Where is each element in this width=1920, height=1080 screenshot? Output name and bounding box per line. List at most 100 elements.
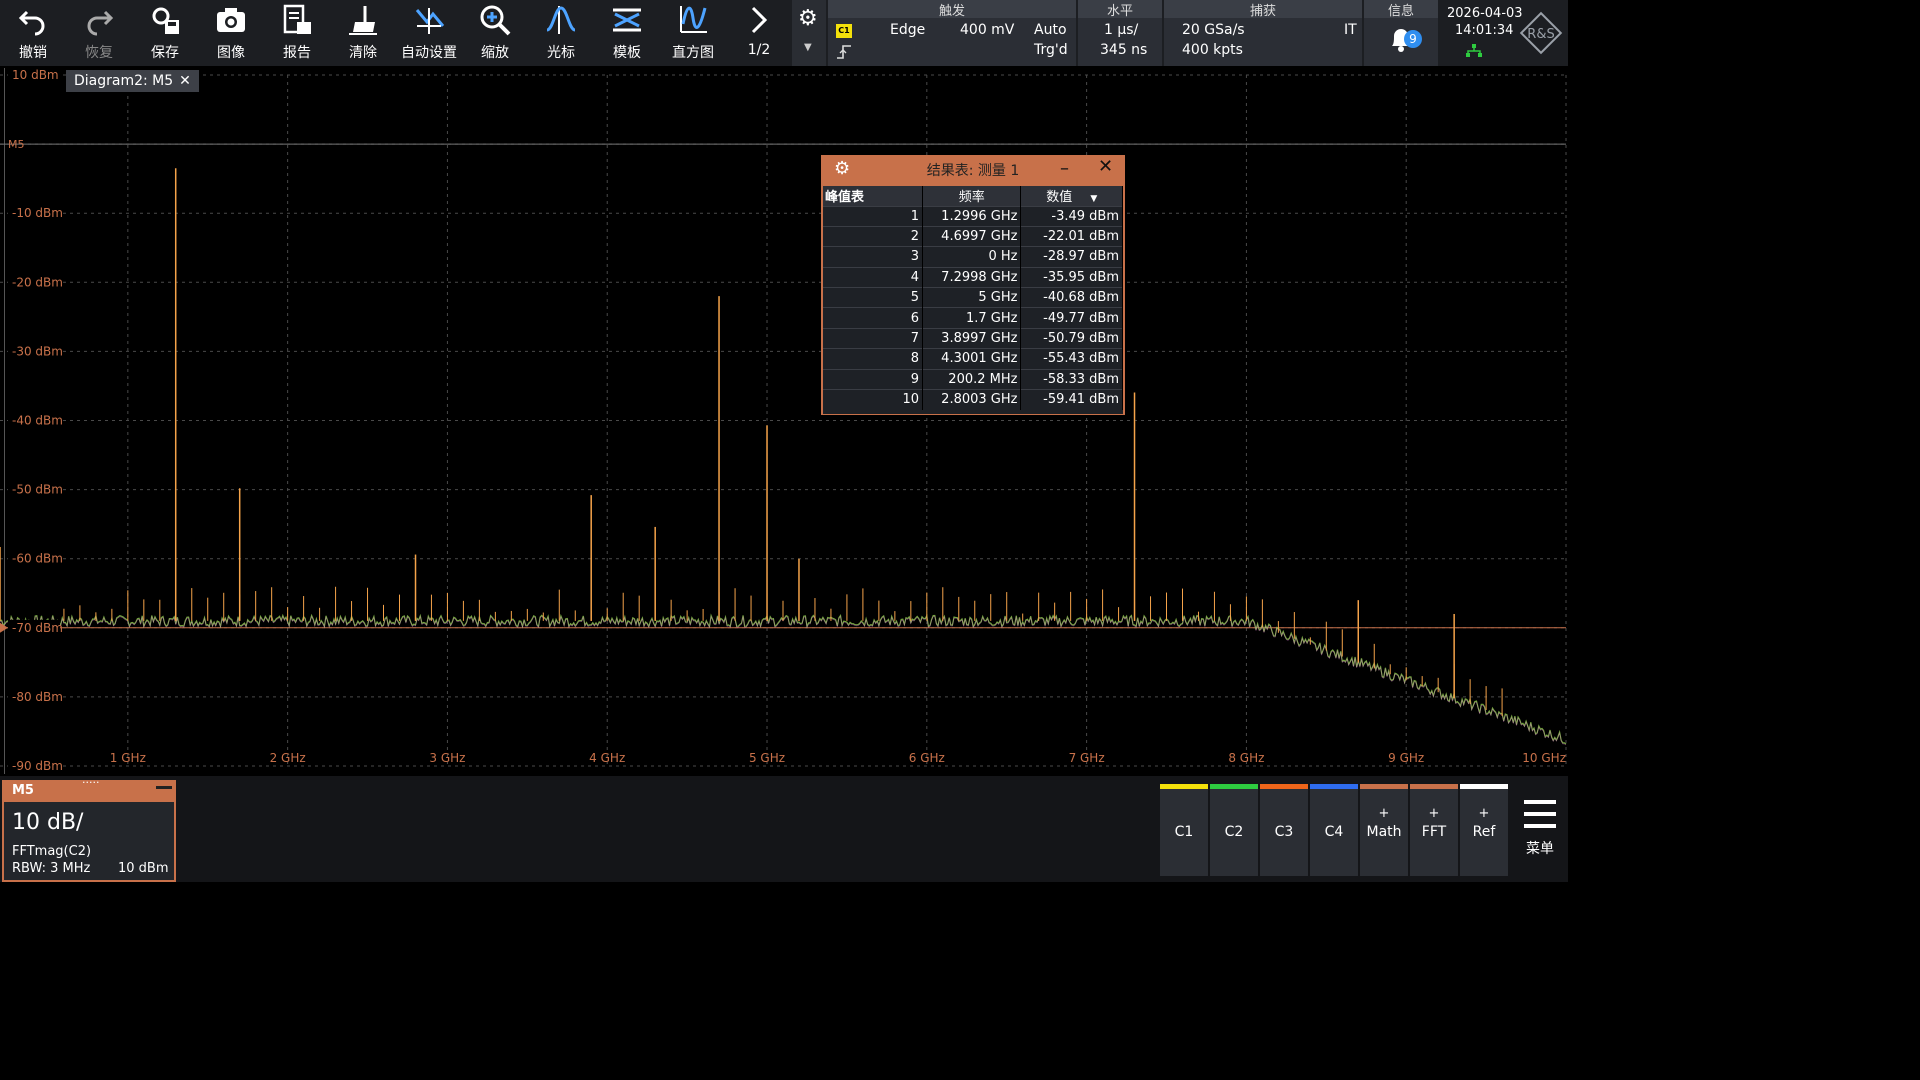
- channel-button-c3[interactable]: C3: [1260, 784, 1308, 876]
- channel-label: C1: [1174, 824, 1194, 840]
- undo-icon: [18, 10, 45, 36]
- undo-label: 撤销: [19, 45, 47, 61]
- table-cell-value: -49.77 dBm: [1020, 307, 1123, 329]
- table-row[interactable]: 9 200.2 MHz -58.33 dBm: [823, 368, 1123, 390]
- peak-table: 峰值表 频率 数值 ▼ 1 1.2996 GHz -3.49 dBm 2 4.6997 …: [823, 186, 1123, 410]
- table-cell-index: 1: [823, 205, 923, 227]
- table-row[interactable]: 30 Hz -28.97 dBm: [823, 246, 1123, 268]
- drag-handle-icon[interactable]: ·····: [82, 776, 99, 789]
- m5-reference: 10 dBm: [118, 861, 169, 876]
- table-row[interactable]: 6 1.7 GHz -49.77 dBm: [823, 307, 1123, 329]
- clear-icon: [349, 6, 377, 35]
- undo-button[interactable]: 撤销: [0, 0, 66, 66]
- y-tick-label: -50 dBm: [12, 483, 63, 497]
- diagram-tab[interactable]: Diagram2: M5 ✕: [66, 70, 199, 92]
- table-cell-value: -28.97 dBm: [1020, 246, 1123, 268]
- results-window[interactable]: ⚙ 结果表: 测量 1 – ✕ 峰值表 频率 数值 ▼ 1 1.2996 GHz -…: [821, 155, 1125, 415]
- x-tick-label: 7 GHz: [1069, 751, 1105, 765]
- time-label: 14:01:34: [1455, 23, 1514, 38]
- toolbar: 撤销 恢复 保存 图像 报告 清除 自动设置 缩放 光标 模板 直方图 1/2 …: [0, 0, 1568, 66]
- channel-label: C3: [1274, 824, 1294, 840]
- table-cell-index: 8: [823, 348, 923, 370]
- table-row[interactable]: 2 4.6997 GHz -22.01 dBm: [823, 225, 1123, 247]
- acquisition-panel[interactable]: 捕获 20 GSa/s 400 kpts IT: [1164, 0, 1362, 66]
- table-row[interactable]: 10 2.8003 GHz -59.41 dBm: [823, 389, 1123, 410]
- column-header-value[interactable]: 数值 ▼: [1020, 186, 1123, 206]
- table-cell-index: 2: [823, 225, 923, 247]
- m5-signal-card[interactable]: M5 ····· 10 dB/ FFTmag(C2) RBW: 3 MHz 10…: [2, 776, 176, 882]
- channel-label: Math: [1366, 824, 1402, 840]
- channel-button-c1[interactable]: C1: [1160, 784, 1208, 876]
- table-row[interactable]: 7 3.8997 GHz -50.79 dBm: [823, 327, 1123, 349]
- channel-button-c4[interactable]: C4: [1310, 784, 1358, 876]
- channel-button-ref[interactable]: + Ref: [1460, 784, 1508, 876]
- results-footer: [823, 410, 1123, 414]
- y-tick-label: -20 dBm: [12, 275, 63, 289]
- horizontal-title: 水平: [1078, 0, 1162, 19]
- trigger-panel[interactable]: 触发 C1 Edge 400 mV Auto Trg'd: [828, 0, 1076, 66]
- y-tick-label: -60 dBm: [12, 552, 63, 566]
- clear-button[interactable]: 清除: [330, 0, 396, 66]
- channel-color-stripe: [1160, 784, 1208, 789]
- close-icon[interactable]: ✕: [179, 73, 191, 89]
- redo-button[interactable]: 恢复: [66, 0, 132, 66]
- zoom-icon: [480, 5, 511, 36]
- horizontal-panel[interactable]: 水平 1 µs/ 345 ns: [1078, 0, 1162, 66]
- minimize-icon[interactable]: –: [1060, 158, 1069, 179]
- trigger-status: Trg'd: [1034, 42, 1068, 58]
- channel-button-c2[interactable]: C2: [1210, 784, 1258, 876]
- info-title: 信息: [1364, 0, 1438, 19]
- zoom-button[interactable]: 缩放: [462, 0, 528, 66]
- channel-color-stripe: [1460, 784, 1508, 789]
- table-cell-value: -59.41 dBm: [1020, 389, 1123, 410]
- mask-button[interactable]: 模板: [594, 0, 660, 66]
- channel-label: C2: [1224, 824, 1244, 840]
- channel-label: Ref: [1472, 824, 1496, 840]
- results-titlebar[interactable]: ⚙ 结果表: 测量 1 – ✕: [822, 156, 1124, 184]
- page-indicator: 1/2: [747, 42, 771, 58]
- trigger-type: Edge: [890, 22, 926, 38]
- table-row[interactable]: 1 1.2996 GHz -3.49 dBm: [823, 205, 1123, 227]
- channel-color-stripe: [1310, 784, 1358, 789]
- info-panel[interactable]: 信息 9: [1364, 0, 1438, 66]
- cursor-button[interactable]: 光标: [528, 0, 594, 66]
- table-cell-index: 4: [823, 266, 923, 288]
- close-icon[interactable]: ✕: [1098, 156, 1113, 177]
- table-row[interactable]: 55 GHz -40.68 dBm: [823, 287, 1123, 308]
- menu-button[interactable]: 菜单: [1512, 784, 1568, 876]
- diagram-tab-label: Diagram2: M5: [74, 73, 174, 89]
- save-button[interactable]: 保存: [132, 0, 198, 66]
- trigger-mode: Auto: [1034, 22, 1067, 38]
- table-row[interactable]: 8 4.3001 GHz -55.43 dBm: [823, 348, 1123, 370]
- table-cell-value: -55.43 dBm: [1020, 348, 1123, 370]
- x-tick-label: 3 GHz: [429, 751, 465, 765]
- table-row[interactable]: 4 7.2998 GHz -35.95 dBm: [823, 266, 1123, 288]
- notification-badge: 9: [1404, 30, 1422, 48]
- histogram-label: 直方图: [672, 45, 714, 61]
- y-tick-label: -70 dBm: [12, 621, 63, 635]
- column-header-frequency[interactable]: 频率: [922, 186, 1022, 206]
- table-cell-value: -40.68 dBm: [1020, 287, 1123, 308]
- table-cell-value: -58.33 dBm: [1020, 368, 1123, 390]
- spectrum-plot[interactable]: 10 dBm -10 dBm -20 dBm -30 dBm -40 dBm -50 dB…: [0, 66, 1568, 776]
- next-page-button[interactable]: 1/2: [726, 0, 792, 66]
- table-cell-frequency: 1.7 GHz: [922, 307, 1022, 329]
- channel-color-stripe: [1210, 784, 1258, 789]
- add-icon: +: [1378, 806, 1390, 821]
- channel-button-math[interactable]: + Math: [1360, 784, 1408, 876]
- image-button[interactable]: 图像: [198, 0, 264, 66]
- report-button[interactable]: 报告: [264, 0, 330, 66]
- channel-color-stripe: [1360, 784, 1408, 789]
- minimize-icon[interactable]: [156, 786, 172, 789]
- column-header-peak-list: 峰值表: [823, 186, 923, 206]
- autoset-button[interactable]: 自动设置: [396, 0, 462, 66]
- datetime-panel: 2026-04-03 14:01:34 R&S: [1440, 0, 1568, 66]
- zoom-label: 缩放: [481, 45, 509, 61]
- table-cell-frequency: 2.8003 GHz: [922, 389, 1022, 410]
- histogram-button[interactable]: 直方图: [660, 0, 726, 66]
- report-label: 报告: [283, 45, 311, 61]
- m5-rbw: RBW: 3 MHz: [12, 861, 91, 876]
- channel-button-fft[interactable]: + FFT: [1410, 784, 1458, 876]
- toolbar-settings-button[interactable]: ⚙ ▼: [792, 0, 826, 66]
- noise-floor-trace: [0, 613, 1567, 745]
